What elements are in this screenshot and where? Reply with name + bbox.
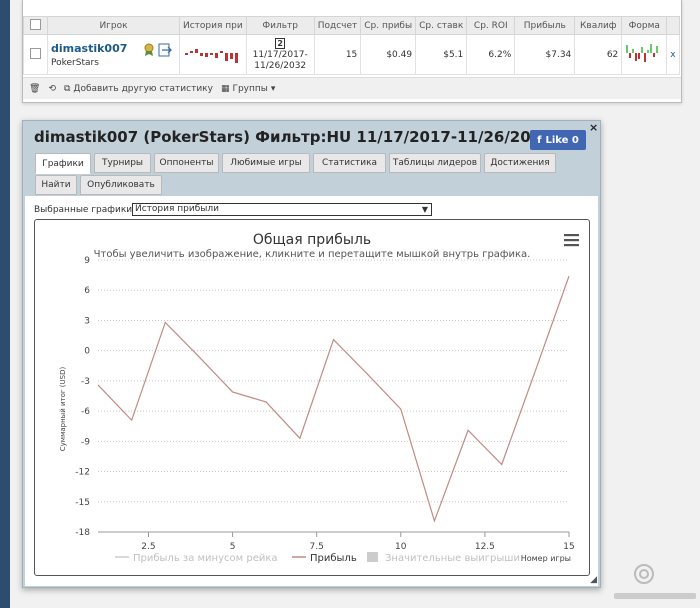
history-sparkline: [185, 49, 238, 63]
resize-handle-icon[interactable]: ◢: [590, 575, 597, 585]
add-stats-button[interactable]: ⧉ Добавить другую статистику: [64, 84, 213, 94]
chevron-down-icon: ▼: [421, 205, 428, 214]
filter-number[interactable]: 2: [275, 37, 285, 49]
export-icon[interactable]: [158, 43, 173, 57]
header-profit[interactable]: Прибыль: [514, 16, 576, 35]
x-axis-label: Номер игры: [521, 554, 571, 563]
avg-roi-cell: 6.2%: [466, 34, 516, 75]
form-sparkline: [626, 44, 659, 62]
x-tick-label: 15: [563, 542, 574, 552]
header-avg-profit[interactable]: Ср. прибы: [360, 16, 417, 35]
qualif-cell: 62: [574, 34, 623, 75]
header-avg-roi[interactable]: Ср. ROI: [466, 16, 516, 35]
stats-header-row: Игрок История при Фильтр Подсчет Ср. при…: [23, 16, 680, 35]
profit-chart[interactable]: Общая прибыль Чтобы увеличить изображени…: [35, 220, 589, 575]
x-tick-label: 2.5: [141, 542, 155, 552]
tab-leaderboards[interactable]: Таблицы лидеров: [389, 153, 481, 173]
chart-container[interactable]: Общая прибыль Чтобы увеличить изображени…: [34, 219, 590, 576]
chart-select-value: История прибыли: [135, 204, 219, 214]
legend-symbol: [367, 552, 378, 562]
series-line-profit: [97, 275, 570, 523]
groups-icon: ▦: [220, 83, 230, 94]
x-tick-label: 5: [230, 542, 236, 552]
profit-cell: $7.34: [514, 34, 576, 75]
player-site: PokerStars: [51, 57, 99, 68]
table-row[interactable]: dimastik007 PokerStars 2 11/17/2017- 11/…: [23, 34, 680, 75]
y-tick-label: 9: [84, 256, 90, 266]
header-extra: [666, 16, 680, 35]
header-form[interactable]: Форма: [621, 16, 668, 35]
player-dialog: dimastik007 (PokerStars) Фильтр:HU 11/17…: [22, 120, 601, 588]
filter-date-start: 11/17/2017-: [252, 49, 308, 60]
stats-panel: Игрок История при Фильтр Подсчет Ср. при…: [22, 0, 682, 103]
dialog-body: Выбранные графики: История прибыли ▼ Общ…: [25, 196, 598, 586]
tab-publish[interactable]: Опубликовать: [80, 175, 162, 195]
facebook-like-button[interactable]: f Like 0: [530, 130, 586, 150]
dialog-title: dimastik007 (PokerStars) Фильтр:HU 11/17…: [34, 128, 552, 146]
row-checkbox[interactable]: [30, 47, 41, 59]
avg-profit-cell: $0.49: [360, 34, 417, 75]
x-tick-label: 10: [395, 542, 407, 552]
x-tick-label: 7.5: [310, 542, 324, 552]
avg-stake-cell: $5.1: [415, 34, 468, 75]
x-tick-label: 12.5: [475, 542, 495, 552]
y-tick-label: -9: [81, 437, 90, 447]
groups-label: Группы: [232, 83, 268, 94]
header-player[interactable]: Игрок: [47, 16, 180, 35]
watermark-logo: [614, 564, 696, 599]
header-filter[interactable]: Фильтр: [245, 16, 315, 35]
tab-achievements[interactable]: Достижения: [484, 153, 556, 173]
y-axis-label: Суммарный итог (USD): [59, 367, 67, 452]
groups-dropdown[interactable]: ▦ Группы ▾: [221, 84, 275, 94]
y-tick-label: 0: [84, 347, 90, 357]
header-avg-stake[interactable]: Ср. ставк: [415, 16, 468, 35]
header-history[interactable]: История при: [179, 16, 247, 35]
filter-cell: 2 11/17/2017- 11/26/2032: [245, 34, 315, 75]
history-sparkline-cell: [179, 34, 247, 75]
chart-subtitle: Чтобы увеличить изображение, кликните и …: [94, 249, 531, 260]
tab-opponents[interactable]: Оппоненты: [154, 153, 219, 173]
y-tick-label: -18: [75, 528, 90, 538]
dialog-close-button[interactable]: ×: [589, 121, 598, 134]
chevron-down-icon: ▾: [270, 83, 276, 94]
trash-icon[interactable]: 🗑: [29, 84, 40, 94]
select-all-checkbox[interactable]: [30, 18, 41, 30]
left-sidebar-strip: [0, 0, 10, 608]
y-tick-label: -6: [81, 407, 90, 417]
y-tick-label: 3: [84, 316, 90, 326]
chart-title: Общая прибыль: [253, 232, 371, 248]
chart-select[interactable]: История прибыли ▼: [132, 203, 432, 216]
stats-table: Игрок История при Фильтр Подсчет Ср. при…: [23, 16, 680, 75]
tab-statistics[interactable]: Статистика: [313, 153, 386, 173]
award-icon: [144, 43, 154, 56]
header-count[interactable]: Подсчет: [313, 16, 362, 35]
player-cell: dimastik007 PokerStars: [47, 34, 180, 75]
y-tick-label: -15: [75, 498, 90, 508]
tab-search[interactable]: Найти: [35, 175, 77, 195]
count-cell: 15: [313, 34, 362, 75]
legend-item-label[interactable]: Прибыль: [310, 553, 357, 564]
row-remove-button[interactable]: x: [666, 34, 680, 75]
legend-item-label[interactable]: Прибыль за минусом рейка: [133, 553, 278, 564]
tab-tournaments[interactable]: Турниры: [94, 153, 151, 173]
tab-charts[interactable]: Графики: [35, 153, 91, 174]
header-qualif[interactable]: Квалиф: [574, 16, 623, 35]
add-stats-icon: ⧉: [63, 83, 71, 94]
stats-toolbar: 🗑 ⟲ ⧉ Добавить другую статистику ▦ Групп…: [23, 77, 681, 99]
y-tick-label: 6: [84, 286, 90, 296]
hamburger-menu-icon[interactable]: [564, 234, 579, 247]
form-sparkline-cell: [621, 34, 668, 75]
row-select[interactable]: [23, 34, 48, 75]
tab-favorite-games[interactable]: Любимые игры: [222, 153, 310, 173]
y-tick-label: -12: [75, 468, 90, 478]
header-select-all[interactable]: [23, 16, 48, 35]
y-tick-label: -3: [81, 377, 90, 387]
filter-date-end: 11/26/2032: [254, 60, 307, 71]
refresh-icon[interactable]: ⟲: [48, 84, 56, 94]
add-stats-label: Добавить другую статистику: [73, 83, 213, 94]
facebook-icon: f: [537, 134, 542, 146]
like-label: Like 0: [545, 134, 579, 146]
legend-item-label[interactable]: Значительные выигрыши: [385, 553, 520, 564]
selected-charts-label: Выбранные графики:: [34, 205, 136, 215]
